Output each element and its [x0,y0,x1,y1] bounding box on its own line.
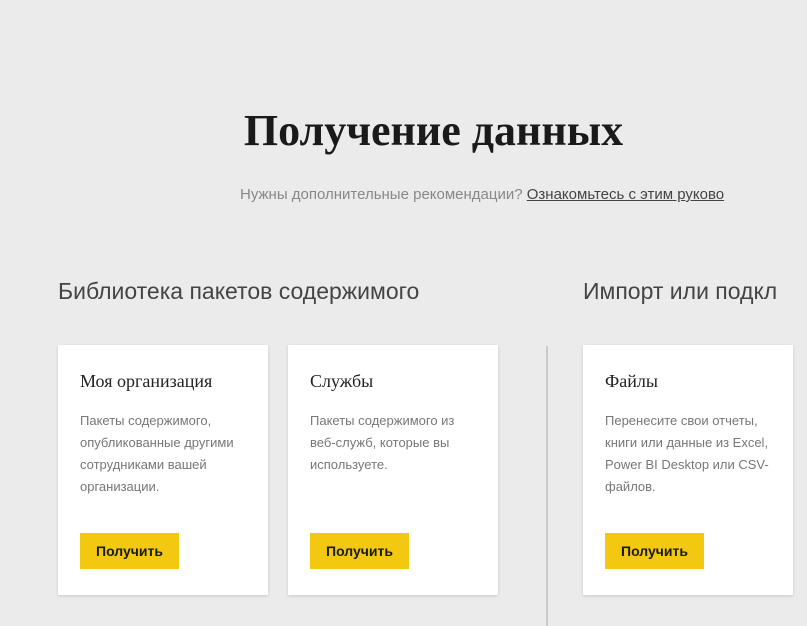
section-divider [546,346,548,626]
card-my-organization: Моя организация Пакеты содержимого, опуб… [58,345,268,595]
section-heading-library: Библиотека пакетов содержимого [58,278,538,305]
card-title: Файлы [605,371,771,392]
card-description: Пакеты содержимого, опубликованные други… [80,410,246,513]
card-description: Пакеты содержимого из веб-служб, которые… [310,410,476,513]
tutorial-link[interactable]: Ознакомьтесь с этим руково [527,186,724,203]
subtitle-row: Нужны дополнительные рекомендации? Ознак… [60,186,807,203]
get-button-my-organization[interactable]: Получить [80,533,179,569]
card-description: Перенесите свои отчеты, книги или данные… [605,410,771,513]
import-connect-section: Импорт или подкл Файлы Перенесите свои о… [538,278,793,595]
subtitle-text: Нужны дополнительные рекомендации? [240,186,527,203]
card-title: Службы [310,371,476,392]
card-title: Моя организация [80,371,246,392]
page-title: Получение данных [60,105,807,156]
card-services: Службы Пакеты содержимого из веб-служб, … [288,345,498,595]
get-button-services[interactable]: Получить [310,533,409,569]
content-pack-library-section: Библиотека пакетов содержимого Моя орган… [58,278,538,595]
card-files: Файлы Перенесите свои отчеты, книги или … [583,345,793,595]
get-button-files[interactable]: Получить [605,533,704,569]
section-heading-import: Импорт или подкл [583,278,793,305]
